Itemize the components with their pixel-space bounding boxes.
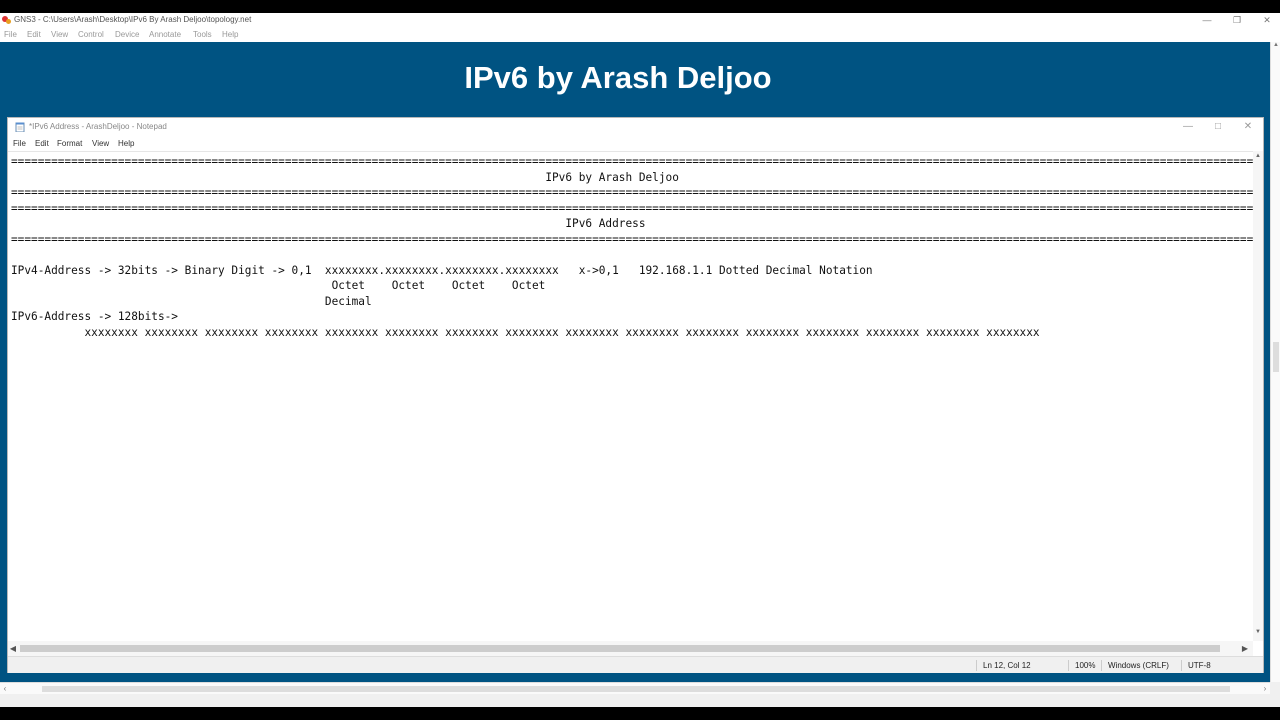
notepad-window-title: *IPv6 Address - ArashDeljoo - Notepad	[29, 122, 167, 131]
text-line: IPv6 by Arash Deljoo	[11, 170, 679, 184]
status-encoding: UTF-8	[1181, 660, 1211, 671]
gns3-titlebar: GNS3 - C:\Users\Arash\Desktop\IPv6 By Ar…	[0, 13, 1280, 28]
gns3-menubar: File Edit View Control Device Annotate T…	[0, 28, 1280, 42]
gns3-restore-button[interactable]: ❐	[1222, 13, 1252, 28]
notepad-menu-edit[interactable]: Edit	[35, 139, 49, 148]
notepad-icon	[15, 122, 25, 132]
notepad-vertical-scrollbar[interactable]: ▲ ▼	[1253, 151, 1263, 641]
gns3-menu-control[interactable]: Control	[78, 30, 104, 39]
notepad-text-content[interactable]: ========================================…	[8, 152, 1253, 340]
scroll-up-arrow-icon[interactable]: ▲	[1271, 42, 1280, 52]
notepad-close-button[interactable]: ✕	[1233, 118, 1263, 135]
text-line: ========================================…	[11, 155, 1253, 168]
gns3-hscroll-thumb[interactable]	[42, 686, 1230, 692]
notepad-menu-format[interactable]: Format	[57, 139, 82, 148]
gns3-menu-annotate[interactable]: Annotate	[149, 30, 181, 39]
banner-title: IPv6 by Arash Deljoo	[464, 60, 772, 95]
text-line: IPv6 Address	[11, 217, 646, 230]
gns3-bottom-area	[0, 694, 1280, 707]
text-line: IPv6-Address -> 128bits->	[11, 310, 178, 323]
notepad-horizontal-scrollbar[interactable]: ◀ ▶	[8, 641, 1253, 656]
notepad-menu-file[interactable]: File	[13, 139, 26, 148]
np-hscroll-thumb[interactable]	[20, 645, 1220, 652]
text-line: xxxxxxxx xxxxxxxx xxxxxxxx xxxxxxxx xxxx…	[11, 325, 1040, 339]
gns3-menu-file[interactable]: File	[4, 30, 17, 39]
gns3-vertical-scrollbar[interactable]: ▲	[1270, 42, 1280, 682]
notepad-menubar: File Edit Format View Help	[8, 135, 1263, 151]
notepad-text-area[interactable]: ========================================…	[8, 151, 1253, 642]
text-line: ========================================…	[11, 232, 1253, 246]
status-cursor-position: Ln 12, Col 12	[976, 660, 1031, 671]
np-scroll-up-arrow-icon[interactable]: ▲	[1253, 153, 1263, 159]
text-line: Decimal	[11, 294, 372, 308]
status-zoom: 100%	[1068, 660, 1095, 671]
gns3-menu-edit[interactable]: Edit	[27, 30, 41, 39]
np-scroll-left-arrow-icon[interactable]: ◀	[8, 641, 18, 656]
notepad-menu-help[interactable]: Help	[118, 139, 134, 148]
gns3-close-button[interactable]: ✕	[1252, 13, 1280, 28]
notepad-window: *IPv6 Address - ArashDeljoo - Notepad — …	[7, 117, 1264, 673]
np-scroll-right-arrow-icon[interactable]: ▶	[1240, 641, 1250, 656]
status-line-ending: Windows (CRLF)	[1101, 660, 1169, 671]
text-line: Octet Octet Octet Octet	[11, 279, 546, 292]
notepad-menu-view[interactable]: View	[92, 139, 109, 148]
gns3-menu-device[interactable]: Device	[115, 30, 139, 39]
notepad-maximize-button[interactable]: □	[1203, 118, 1233, 135]
top-black-bar	[0, 0, 1280, 13]
text-line: ========================================…	[11, 201, 1253, 215]
text-line: ========================================…	[11, 186, 1253, 199]
text-line: IPv4-Address -> 32bits -> Binary Digit -…	[11, 263, 873, 277]
notepad-titlebar: *IPv6 Address - ArashDeljoo - Notepad — …	[8, 118, 1263, 135]
np-scroll-down-arrow-icon[interactable]: ▼	[1253, 629, 1263, 635]
notepad-minimize-button[interactable]: —	[1173, 118, 1203, 135]
gns3-window-title: GNS3 - C:\Users\Arash\Desktop\IPv6 By Ar…	[14, 15, 252, 24]
gns3-menu-tools[interactable]: Tools	[193, 30, 212, 39]
notepad-status-bar: Ln 12, Col 12 100% Windows (CRLF) UTF-8	[8, 656, 1263, 673]
gns3-menu-help[interactable]: Help	[222, 30, 238, 39]
gns3-logo-icon	[2, 16, 11, 24]
gns3-minimize-button[interactable]: —	[1192, 13, 1222, 28]
gns3-menu-view[interactable]: View	[51, 30, 68, 39]
gns3-vscroll-thumb[interactable]	[1273, 342, 1279, 372]
